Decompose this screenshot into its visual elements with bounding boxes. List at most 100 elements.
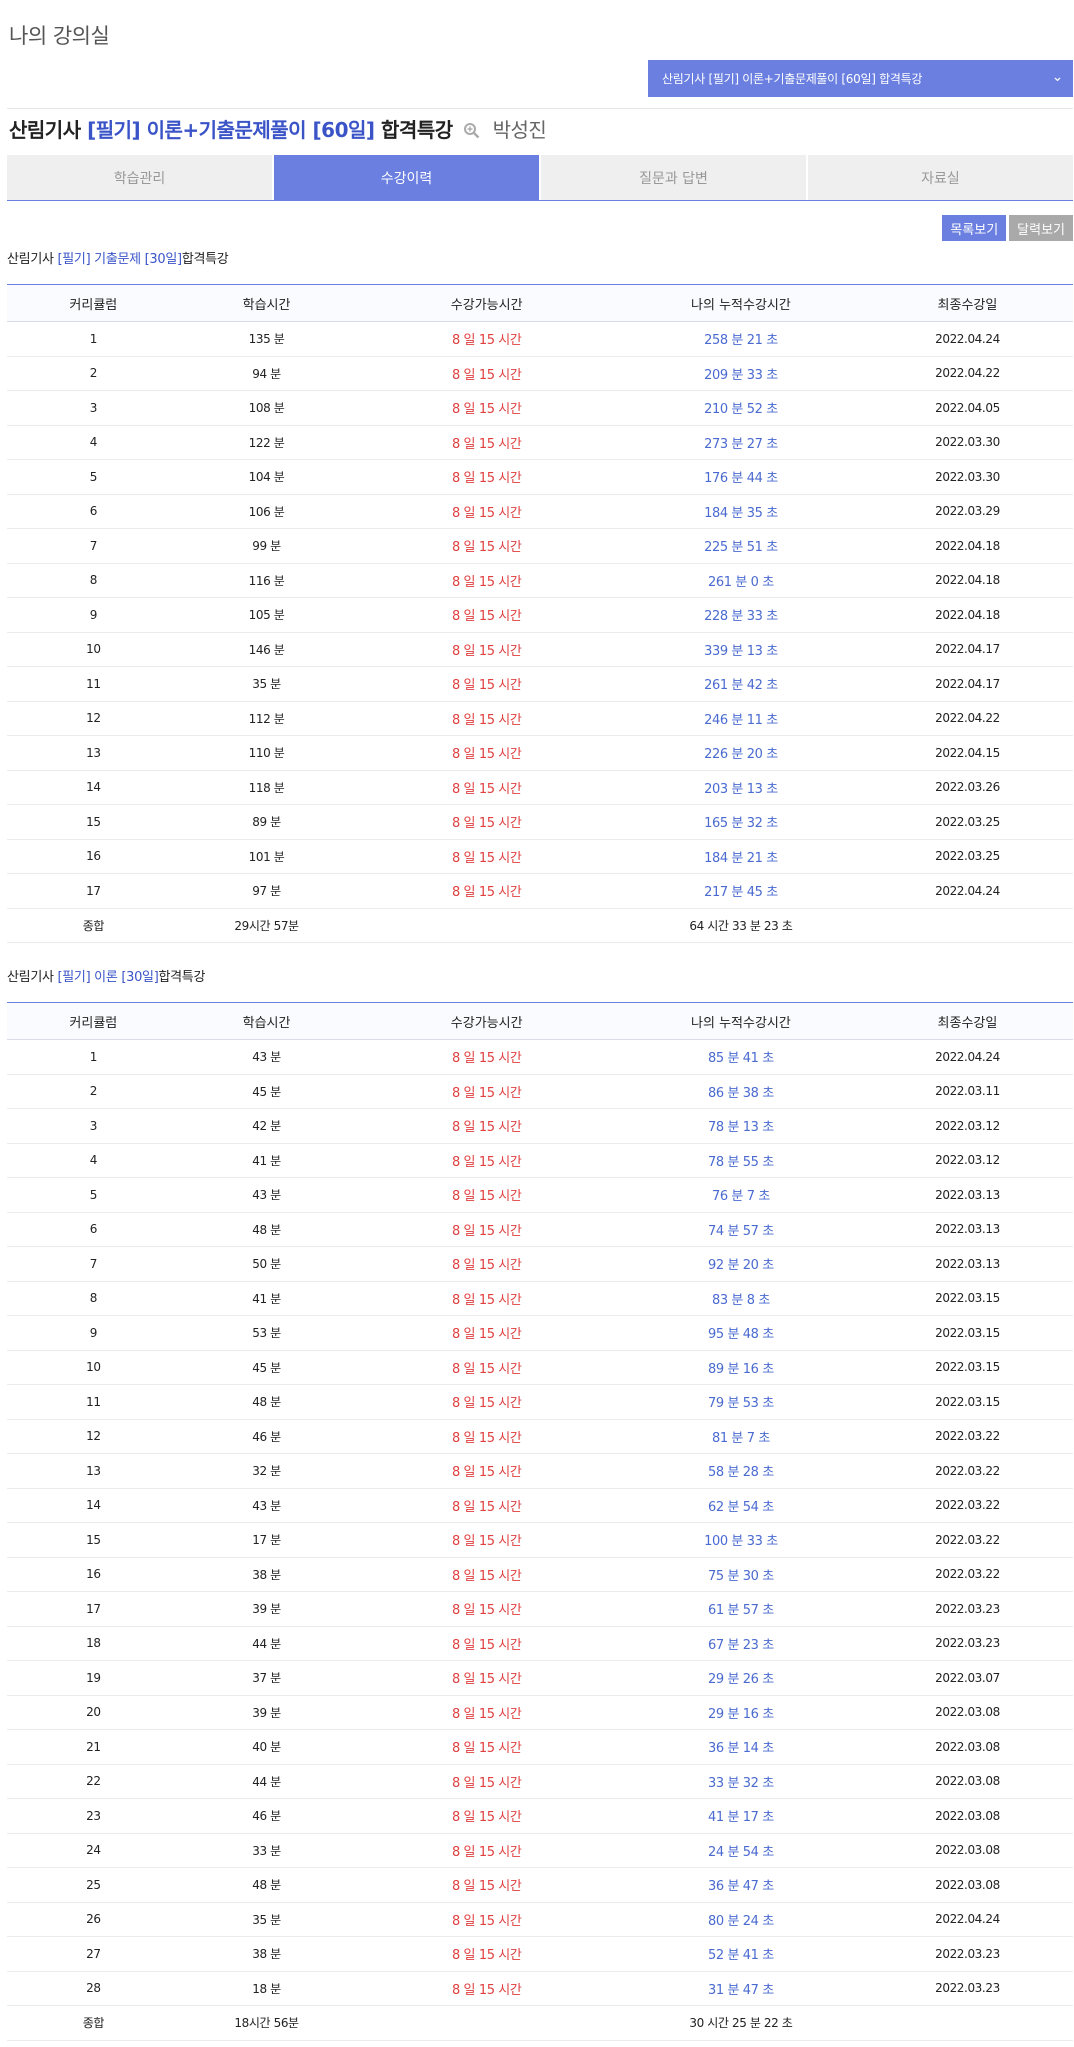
available-time-cell: 8 일 15 시간 (353, 873, 620, 909)
last-date-cell: 2022.04.17 (861, 666, 1073, 702)
study-time-cell: 43 분 (179, 1177, 354, 1213)
tab-learning-management[interactable]: 학습관리 (7, 155, 272, 200)
last-date-cell: 2022.03.23 (861, 1626, 1073, 1661)
magnifier-icon[interactable] (463, 120, 480, 144)
curriculum-cell: 24 (7, 1833, 180, 1868)
divider (7, 108, 1073, 109)
curriculum-cell: 3 (7, 1108, 180, 1144)
available-time-cell: 8 일 15 시간 (353, 1419, 620, 1454)
curriculum-cell: 8 (7, 563, 180, 598)
curriculum-cell: 26 (7, 1902, 180, 1937)
available-time-cell: 8 일 15 시간 (353, 1557, 620, 1592)
col-curriculum: 커리큘럼 (7, 1002, 180, 1040)
accumulated-time-cell: 61 분 57 초 (619, 1591, 862, 1627)
last-date-cell: 2022.03.30 (861, 459, 1073, 495)
study-time-cell: 106 분 (179, 494, 354, 529)
table-row: 16 101 분8 일 15 시간 184 분 21 초 2022.03.25 (7, 839, 1073, 874)
study-time-cell: 45 분 (179, 1074, 354, 1109)
curriculum-cell: 15 (7, 804, 180, 840)
curriculum-cell: 13 (7, 735, 180, 771)
last-date-cell: 2022.03.25 (861, 804, 1073, 840)
study-time-cell: 41 분 (179, 1143, 354, 1178)
last-date-cell: 2022.03.22 (861, 1488, 1073, 1523)
table-row: 28 18 분8 일 15 시간 31 분 47 초 2022.03.23 (7, 1971, 1073, 2006)
accumulated-time-cell: 41 분 17 초 (619, 1798, 862, 1834)
col-available-time: 수강가능시간 (353, 284, 620, 322)
accumulated-time-cell: 165 분 32 초 (619, 804, 862, 840)
col-available-time: 수강가능시간 (353, 1002, 620, 1040)
tab-resources[interactable]: 자료실 (808, 155, 1073, 200)
available-time-cell: 8 일 15 시간 (353, 1108, 620, 1144)
table-row: 16 38 분8 일 15 시간 75 분 30 초 2022.03.22 (7, 1557, 1073, 1592)
section-title-highlight: [필기] 이론 [30일] (57, 970, 159, 985)
available-time-cell: 8 일 15 시간 (353, 1281, 620, 1316)
course-select-dropdown[interactable]: 산림기사 [필기] 이론+기출문제풀이 [60일] 합격특강 ⌄ (648, 60, 1073, 97)
table-row: 21 40 분8 일 15 시간 36 분 14 초 2022.03.08 (7, 1729, 1073, 1765)
last-date-cell: 2022.03.08 (861, 1867, 1073, 1903)
history-table: 커리큘럼 학습시간 수강가능시간 나의 누적수강시간 최종수강일 1 43 분8 … (7, 1002, 1073, 2041)
last-date-cell: 2022.03.13 (861, 1246, 1073, 1282)
col-last-date: 최종수강일 (861, 1002, 1073, 1040)
curriculum-cell: 2 (7, 356, 180, 391)
available-time-cell: 8 일 15 시간 (353, 1315, 620, 1351)
curriculum-cell: 3 (7, 390, 180, 426)
study-time-cell: 17 분 (179, 1522, 354, 1558)
calendar-view-button[interactable]: 달력보기 (1009, 215, 1073, 241)
table-row: 2 45 분8 일 15 시간 86 분 38 초 2022.03.11 (7, 1074, 1073, 1109)
accumulated-time-cell: 184 분 35 초 (619, 494, 862, 529)
available-time-cell: 8 일 15 시간 (353, 1695, 620, 1730)
lecture-title-highlight: [필기] 이론+기출문제풀이 [60일] (87, 118, 375, 142)
study-time-cell: 116 분 (179, 563, 354, 598)
curriculum-cell: 14 (7, 1488, 180, 1523)
table-row: 14 118 분8 일 15 시간 203 분 13 초 2022.03.26 (7, 770, 1073, 805)
accumulated-time-cell: 225 분 51 초 (619, 528, 862, 564)
last-date-cell: 2022.03.15 (861, 1384, 1073, 1420)
curriculum-cell: 1 (7, 321, 180, 357)
table-row: 5 104 분8 일 15 시간 176 분 44 초 2022.03.30 (7, 459, 1073, 495)
study-time-cell: 110 분 (179, 735, 354, 771)
last-date-cell: 2022.03.11 (861, 1074, 1073, 1109)
table-row: 7 50 분8 일 15 시간 92 분 20 초 2022.03.13 (7, 1246, 1073, 1282)
accumulated-time-cell: 76 분 7 초 (619, 1177, 862, 1213)
available-time-cell: 8 일 15 시간 (353, 1453, 620, 1489)
total-available-cell (353, 2005, 620, 2041)
list-view-button[interactable]: 목록보기 (942, 215, 1007, 241)
table-row: 9 53 분8 일 15 시간 95 분 48 초 2022.03.15 (7, 1315, 1073, 1351)
study-time-cell: 135 분 (179, 321, 354, 357)
accumulated-time-cell: 261 분 0 초 (619, 563, 862, 598)
curriculum-cell: 5 (7, 459, 180, 495)
accumulated-time-cell: 217 분 45 초 (619, 873, 862, 909)
lecture-title-prefix: 산림기사 (9, 118, 81, 142)
study-time-cell: 33 분 (179, 1833, 354, 1868)
accumulated-time-cell: 89 분 16 초 (619, 1350, 862, 1385)
accumulated-time-cell: 83 분 8 초 (619, 1281, 862, 1316)
study-time-cell: 37 분 (179, 1660, 354, 1696)
study-time-cell: 105 분 (179, 597, 354, 633)
last-date-cell: 2022.03.13 (861, 1177, 1073, 1213)
study-time-cell: 53 분 (179, 1315, 354, 1351)
available-time-cell: 8 일 15 시간 (353, 563, 620, 598)
col-last-date: 최종수강일 (861, 284, 1073, 322)
available-time-cell: 8 일 15 시간 (353, 597, 620, 633)
curriculum-cell: 19 (7, 1660, 180, 1696)
accumulated-time-cell: 79 분 53 초 (619, 1384, 862, 1420)
total-date-cell (861, 2005, 1073, 2041)
curriculum-cell: 8 (7, 1281, 180, 1316)
study-time-cell: 39 분 (179, 1591, 354, 1627)
total-study-time-cell: 18시간 56분 (179, 2005, 354, 2041)
section-title: 산림기사 [필기] 이론 [30일]합격특강 (7, 968, 1073, 988)
study-time-cell: 44 분 (179, 1626, 354, 1661)
table-row: 10 146 분8 일 15 시간 339 분 13 초 2022.04.17 (7, 632, 1073, 667)
curriculum-cell: 12 (7, 1419, 180, 1454)
total-label-cell: 종합 (7, 908, 180, 943)
tab-course-history[interactable]: 수강이력 (274, 155, 539, 200)
last-date-cell: 2022.04.17 (861, 632, 1073, 667)
last-date-cell: 2022.04.24 (861, 873, 1073, 909)
tab-qna[interactable]: 질문과 답변 (541, 155, 806, 200)
total-accumulated-cell: 64 시간 33 분 23 초 (619, 908, 862, 943)
available-time-cell: 8 일 15 시간 (353, 1867, 620, 1903)
lecture-title-suffix: 합격특강 (381, 118, 453, 142)
study-time-cell: 108 분 (179, 390, 354, 426)
last-date-cell: 2022.04.05 (861, 390, 1073, 426)
last-date-cell: 2022.04.24 (861, 1902, 1073, 1937)
